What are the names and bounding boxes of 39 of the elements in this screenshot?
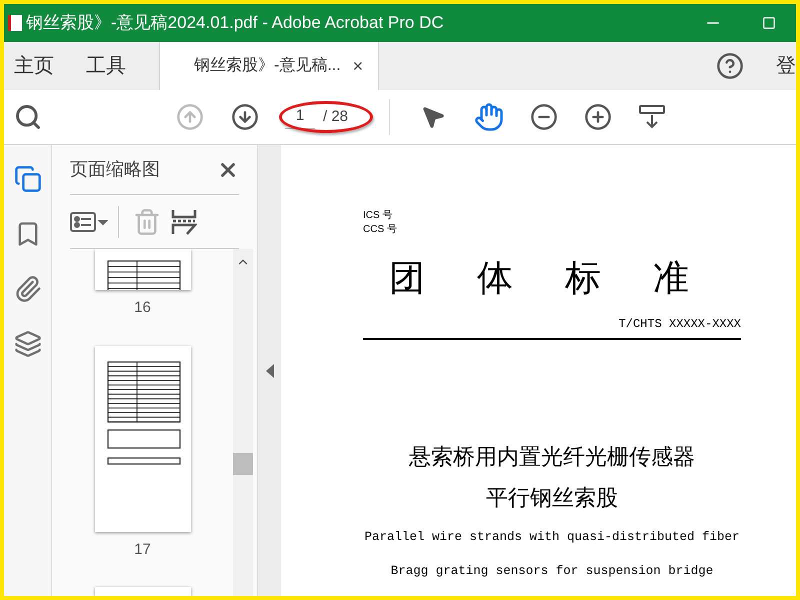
- insert-page-icon[interactable]: [171, 208, 197, 236]
- document-title: 悬索桥用内置光纤光栅传感器: [408, 442, 696, 470]
- window-title: 钢丝索股》-意见稿2024.01.pdf - Adobe Acrobat Pro DC: [26, 12, 444, 34]
- tab-close-button[interactable]: ×: [352, 52, 364, 80]
- page-thumbnail-drawing[interactable]: [94, 346, 190, 532]
- document-tab-label: 钢丝索股》-意见稿...: [194, 56, 341, 76]
- page-thumbnail[interactable]: [94, 587, 190, 596]
- page-total: / 28: [323, 106, 348, 127]
- paperclip-icon[interactable]: [14, 275, 42, 303]
- page-thumbnail-drawing[interactable]: [94, 249, 190, 290]
- hand-icon[interactable]: [474, 102, 504, 132]
- pdf-file-icon: [8, 15, 22, 31]
- sign-in-label[interactable]: 登: [776, 51, 796, 81]
- page-label: 16: [134, 298, 151, 318]
- pages-icon[interactable]: [14, 165, 42, 193]
- page-label: 17: [134, 540, 151, 560]
- document-title: 平行钢丝索股: [485, 484, 619, 512]
- zoom-out-icon[interactable]: [530, 103, 558, 131]
- heading: 团体标准: [389, 256, 741, 300]
- english-title: Parallel wire strands with quasi-distributed fiber: [363, 528, 741, 546]
- english-title: Bragg grating sensors for suspension bridge: [390, 563, 714, 580]
- standard-number: T/CHTS XXXXX-XXXX: [618, 316, 741, 333]
- collapse-icon[interactable]: [266, 364, 274, 378]
- panel-title: 页面缩略图: [70, 158, 160, 181]
- next-page-icon[interactable]: [231, 103, 259, 131]
- help-icon[interactable]: [716, 52, 744, 80]
- search-icon[interactable]: [14, 103, 42, 131]
- document-tab[interactable]: 钢丝索股》-意见稿... ×: [159, 42, 379, 90]
- scrollbar-thumb[interactable]: [233, 453, 253, 475]
- zoom-in-icon[interactable]: [584, 103, 612, 131]
- layers-icon[interactable]: [14, 330, 42, 358]
- code-label: ICS 号: [363, 209, 394, 223]
- page-number-field[interactable]: 1: [285, 105, 315, 129]
- maximize-icon[interactable]: [762, 16, 776, 30]
- options-icon[interactable]: [70, 210, 108, 232]
- nav-tab[interactable]: 工具: [77, 42, 135, 90]
- page-scroll-icon[interactable]: [638, 103, 666, 131]
- nav-tab[interactable]: 主页: [5, 42, 63, 90]
- code-label: CCS 号: [363, 223, 398, 237]
